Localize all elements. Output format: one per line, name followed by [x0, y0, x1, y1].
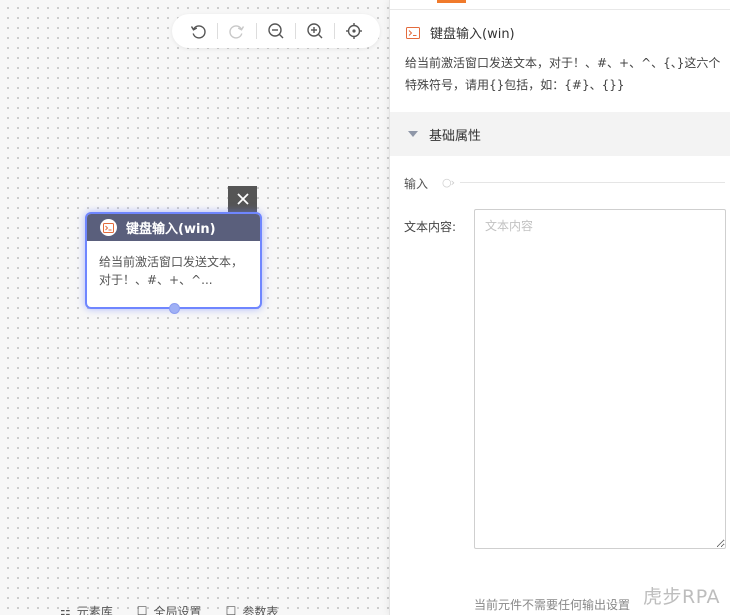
undo-icon[interactable]: [186, 19, 210, 43]
arrow-right-icon: ○›: [442, 176, 455, 189]
panel-title: 键盘输入(win): [406, 23, 515, 42]
canvas-bottom-bar: ⚏ 元素库 ☐ 全局设置 ☐ 参数表: [60, 604, 380, 615]
parameter-table-label: 参数表: [242, 604, 279, 615]
watermark: 虎步RPA: [643, 586, 720, 608]
parameter-table-button[interactable]: ☐ 参数表: [226, 603, 279, 615]
caret-down-icon: [408, 131, 418, 137]
crosshair-icon[interactable]: [342, 19, 366, 43]
close-icon: [236, 193, 249, 205]
node-output-port[interactable]: [169, 303, 180, 314]
toolbar-divider: [295, 23, 296, 39]
input-group-label: 输入: [404, 177, 429, 191]
flow-canvas[interactable]: 键盘输入(win) 给当前激活窗口发送文本，对于！、#、+、^... ⚏ 元素库…: [0, 0, 389, 615]
panel-divider: [390, 9, 730, 10]
node-title: 键盘输入(win): [126, 222, 216, 237]
text-content-label: 文本内容:: [404, 220, 457, 234]
element-library-button[interactable]: ⚏ 元素库: [60, 603, 113, 615]
element-library-label: 元素库: [76, 604, 113, 615]
text-content-input[interactable]: [474, 209, 726, 549]
toolbar-divider: [217, 23, 218, 39]
terminal-icon: [406, 26, 420, 39]
basic-properties-section-toggle[interactable]: 基础属性: [390, 112, 730, 156]
delete-node-button[interactable]: [228, 186, 257, 212]
settings-icon: ☐: [136, 604, 148, 615]
grid-icon: ⚏: [60, 604, 71, 615]
redo-icon[interactable]: [225, 19, 249, 43]
no-output-message: 当前元件不需要任何输出设置: [474, 598, 631, 612]
panel-title-text: 键盘输入(win): [430, 27, 515, 42]
global-settings-label: 全局设置: [153, 604, 202, 615]
active-tab-indicator: [437, 0, 466, 3]
properties-panel: 键盘输入(win) 给当前激活窗口发送文本，对于！、#、+、^、{、}这六个特殊…: [389, 0, 730, 615]
canvas-toolbar: [172, 14, 380, 48]
toolbar-divider: [334, 23, 335, 39]
terminal-icon: [100, 219, 117, 236]
global-settings-button[interactable]: ☐ 全局设置: [137, 603, 202, 615]
panel-description: 给当前激活窗口发送文本，对于！、#、+、^、{、}这六个特殊符号，请用{}包括，…: [405, 56, 721, 92]
table-icon: ☐: [225, 604, 237, 615]
node-header: 键盘输入(win): [87, 214, 260, 241]
zoom-in-icon[interactable]: [303, 19, 327, 43]
zoom-out-icon[interactable]: [264, 19, 288, 43]
flow-node-keyboard-input[interactable]: 键盘输入(win) 给当前激活窗口发送文本，对于！、#、+、^...: [85, 212, 262, 314]
input-group-divider: [460, 182, 725, 183]
section-title: 基础属性: [429, 128, 482, 144]
toolbar-divider: [256, 23, 257, 39]
node-description: 给当前激活窗口发送文本，对于！、#、+、^...: [99, 255, 244, 287]
